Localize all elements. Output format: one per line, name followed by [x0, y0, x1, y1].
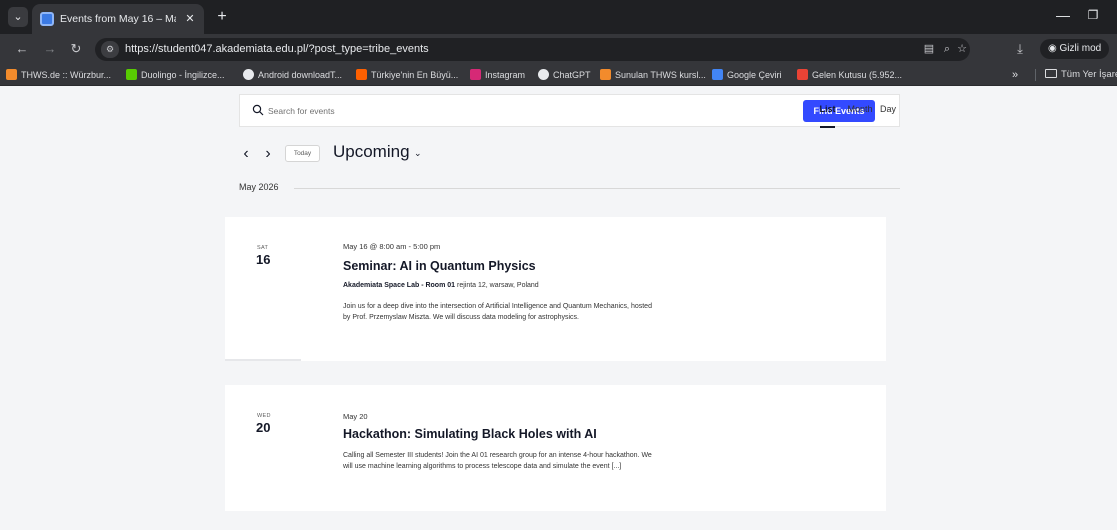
bookmark-favicon-icon	[356, 69, 367, 80]
search-icon	[252, 104, 264, 116]
event-title-link[interactable]: Hackathon: Simulating Black Holes with A…	[343, 427, 597, 441]
bookmark-favicon-icon	[126, 69, 137, 80]
event-title-link[interactable]: Seminar: AI in Quantum Physics	[343, 259, 536, 273]
event-card: SAT 16 May 16 @ 8:00 am - 5:00 pm Semina…	[225, 217, 886, 361]
view-tab-day[interactable]: Day	[880, 95, 896, 128]
tab-search-chevron-icon[interactable]: ⌄	[8, 7, 28, 27]
download-icon[interactable]: ⤓	[1010, 39, 1030, 59]
translate-favicon-icon	[712, 69, 723, 80]
back-arrow-icon[interactable]: ←	[12, 39, 32, 59]
minimize-window-icon[interactable]: —	[1053, 5, 1073, 25]
view-tab-month[interactable]: Month	[844, 95, 876, 128]
url-text[interactable]: https://student047.akademiata.edu.pl/?po…	[125, 43, 429, 55]
close-tab-icon[interactable]: ✕	[182, 11, 198, 27]
event-datetime: May 20	[343, 412, 368, 421]
month-label: May 2026	[239, 182, 291, 192]
month-separator: May 2026	[239, 182, 900, 196]
event-day-number: 16	[256, 252, 271, 267]
address-bar[interactable]: ⚙ https://student047.akademiata.edu.pl/?…	[95, 38, 970, 61]
today-button[interactable]: Today	[285, 145, 320, 162]
event-weekday: SAT	[257, 245, 269, 251]
instagram-icon	[470, 69, 481, 80]
month-divider-line	[294, 188, 900, 189]
bookmark-favicon-icon	[600, 69, 611, 80]
bookmark-item[interactable]: Türkiye'nin En Büyü...	[356, 67, 458, 83]
bookmarks-overflow-button[interactable]: »	[1012, 67, 1018, 83]
bookmark-item[interactable]: ChatGPT	[538, 67, 591, 83]
event-description: Join us for a deep dive into the interse…	[343, 303, 652, 321]
folder-icon	[1045, 69, 1057, 78]
bookmark-favicon-icon	[243, 69, 254, 80]
active-view-indicator	[820, 126, 835, 128]
restore-window-icon[interactable]: ❐	[1083, 5, 1103, 25]
reload-icon[interactable]: ↻	[66, 39, 86, 59]
browser-tab-active[interactable]: Events from May 16 – May 20 – ✕	[32, 4, 204, 34]
bookmark-item[interactable]: THWS.de :: Würzbur...	[6, 67, 111, 83]
event-datetime: May 16 @ 8:00 am - 5:00 pm	[343, 242, 441, 251]
incognito-label: Gizli mod	[1059, 43, 1102, 54]
translate-icon[interactable]: ▤	[920, 41, 938, 58]
browser-toolbar: ← → ↻ ⚙ https://student047.akademiata.ed…	[0, 34, 1117, 64]
chevron-down-icon[interactable]: ⌄	[414, 148, 422, 159]
all-bookmarks-folder[interactable]: Tüm Yer İşare	[1045, 67, 1117, 83]
incognito-icon: ◉	[1048, 43, 1057, 54]
card-divider	[225, 359, 301, 361]
bookmark-item[interactable]: Android downloadT...	[243, 67, 342, 83]
bookmarks-bar: THWS.de :: Würzbur... Duolingo - İngiliz…	[0, 64, 1117, 86]
bookmark-item[interactable]: Duolingo - İngilizce...	[126, 67, 225, 83]
events-search-bar: Find Events List Month Day	[239, 94, 900, 128]
gmail-icon	[797, 69, 808, 80]
next-arrow-icon[interactable]: ›	[261, 144, 275, 164]
bookmark-favicon-icon	[6, 69, 17, 80]
venue-name: Akademiata Space Lab - Room 01	[343, 282, 456, 289]
event-card: WED 20 May 20 Hackathon: Simulating Blac…	[225, 385, 886, 511]
date-navigation: ‹ › Today Upcoming ⌄	[239, 142, 539, 166]
venue-address: rejinta 12, warsaw, Poland	[455, 282, 539, 289]
event-day-number: 20	[256, 420, 271, 435]
browser-tabstrip: ⌄ Events from May 16 – May 20 – ✕ + — ❐	[0, 0, 1117, 34]
chatgpt-icon	[538, 69, 549, 80]
tab-title: Events from May 16 – May 20 –	[60, 13, 176, 25]
date-range-selector[interactable]: Upcoming	[333, 142, 410, 162]
event-weekday: WED	[257, 413, 271, 419]
search-input[interactable]	[268, 102, 618, 120]
incognito-badge[interactable]: ◉ Gizli mod	[1040, 39, 1110, 59]
previous-arrow-icon[interactable]: ‹	[239, 144, 253, 164]
event-description: Calling all Semester III students! Join …	[343, 452, 652, 470]
forward-arrow-icon[interactable]: →	[40, 39, 60, 59]
view-tab-list[interactable]: List	[816, 95, 839, 128]
site-info-icon[interactable]: ⚙	[101, 41, 119, 58]
bookmark-item[interactable]: Sunulan THWS kursl...	[600, 67, 706, 83]
bookmark-item[interactable]: Gelen Kutusu (5.952...	[797, 67, 902, 83]
bookmarks-divider	[1035, 69, 1036, 81]
event-venue: Akademiata Space Lab - Room 01 rejinta 1…	[343, 282, 539, 289]
new-tab-icon[interactable]: +	[212, 7, 232, 27]
calendar-favicon-icon	[40, 12, 54, 26]
bookmark-item[interactable]: Google Çeviri	[712, 67, 782, 83]
bookmark-item[interactable]: Instagram	[470, 67, 525, 83]
bookmark-star-icon[interactable]: ☆	[953, 41, 971, 58]
